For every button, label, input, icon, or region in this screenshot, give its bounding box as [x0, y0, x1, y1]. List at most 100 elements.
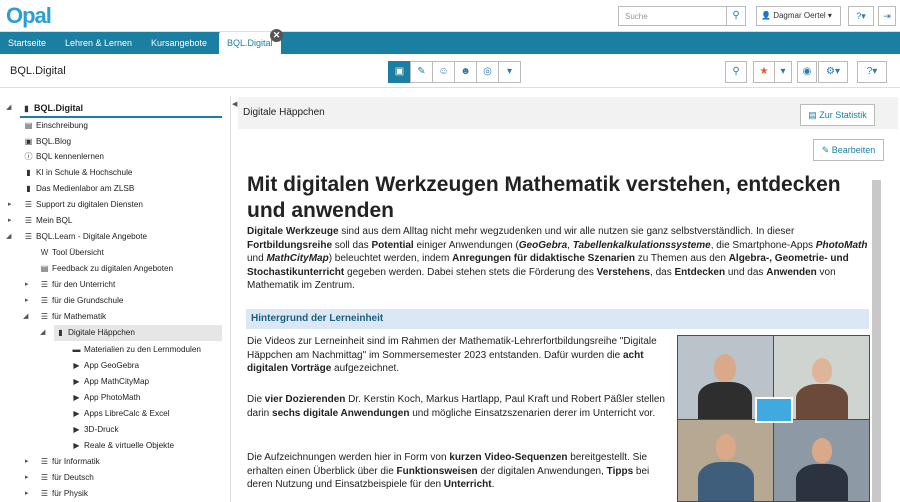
tree-label: App GeoGebra: [84, 361, 140, 370]
tree-item-mathcitymap[interactable]: ▶ App MathCityMap: [72, 375, 149, 389]
search-icon[interactable]: ⚲: [727, 6, 746, 26]
collapsed-triangle-icon[interactable]: ▸: [25, 473, 29, 481]
tree-item-blog[interactable]: ▣ BQL.Blog: [24, 135, 71, 149]
tree-item-unterricht[interactable]: ☰ für den Unterricht: [40, 278, 115, 292]
tree-label: für Deutsch: [52, 473, 94, 482]
info-icon: ⓘ: [24, 152, 33, 161]
content-scrollbar[interactable]: [872, 180, 881, 502]
intro-paragraph: Digitale Werkzeuge sind aus dem Alltag n…: [247, 226, 868, 291]
tree-label: BQL.Learn - Digitale Angebote: [36, 232, 148, 241]
tree-item-photomath[interactable]: ▶ App PhotoMath: [72, 391, 140, 405]
tree-item-kennenlernen[interactable]: ⓘ BQL kennenlernen: [24, 150, 104, 164]
person-face: [812, 438, 832, 463]
blog-icon: ▣: [24, 137, 33, 146]
opal-logo[interactable]: Opal: [6, 3, 52, 29]
course-help-icon[interactable]: ?▾: [857, 61, 887, 83]
favorite-star-icon[interactable]: ★: [753, 61, 775, 83]
collapse-sidebar-icon[interactable]: ◀: [232, 100, 237, 108]
tree-item-informatik[interactable]: ☰ für Informatik: [40, 455, 100, 469]
tree-label: App PhotoMath: [84, 393, 141, 402]
course-toolbar: BQL.Digital ▣ ✎ ☺ ☻ ◎ ▾ ⚲ ★ ▾ ◉ ⚙▾ ?▾: [0, 56, 900, 88]
tree-item-librecalc[interactable]: ▶ Apps LibreCalc & Excel: [72, 407, 170, 421]
favorite-dropdown-icon[interactable]: ▾: [774, 61, 792, 83]
layers-icon: ☰: [24, 216, 33, 225]
tree-root[interactable]: ▮ BQL.Digital: [22, 101, 83, 115]
nav-kursangebote[interactable]: Kursangebote: [151, 32, 207, 54]
expand-triangle-icon[interactable]: ◢: [23, 312, 28, 320]
video-conference-photo: [677, 335, 870, 502]
expand-triangle-icon[interactable]: ◢: [6, 232, 11, 240]
pencil-icon[interactable]: ✎: [410, 61, 433, 83]
collapsed-triangle-icon[interactable]: ▸: [25, 296, 29, 304]
tree-item-mathematik[interactable]: ☰ für Mathematik: [40, 310, 106, 324]
tree-label: Apps LibreCalc & Excel: [84, 409, 170, 418]
person-body: [698, 462, 754, 501]
expand-triangle-icon[interactable]: ◢: [40, 328, 45, 336]
layers-icon: ☰: [24, 232, 33, 241]
course-search-icon[interactable]: ⚲: [725, 61, 747, 83]
statistics-button[interactable]: ▤ Zur Statistik: [800, 104, 875, 126]
tree-item-tool-uebersicht[interactable]: W Tool Übersicht: [40, 246, 104, 260]
nav-startseite[interactable]: Startseite: [8, 32, 46, 54]
globe-icon[interactable]: ◉: [797, 61, 817, 83]
person-face: [812, 358, 832, 383]
tree-item-grundschule[interactable]: ☰ für die Grundschule: [40, 294, 124, 308]
tree-item-deutsch[interactable]: ☰ für Deutsch: [40, 471, 94, 485]
user-menu-button[interactable]: 👤 Dagmar Oertel ▾: [756, 6, 841, 26]
help-icon: ?: [856, 11, 862, 21]
book-icon[interactable]: ▣: [388, 61, 411, 83]
help-menu-button[interactable]: ?▾: [848, 6, 874, 26]
edit-button[interactable]: ✎ Bearbeiten: [813, 139, 884, 161]
nav-lehren-lernen[interactable]: Lehren & Lernen: [65, 32, 132, 54]
layers-icon: ☰: [40, 312, 49, 321]
tree-item-feedback[interactable]: ▤ Feedback zu digitalen Angeboten: [40, 262, 173, 276]
search-input[interactable]: Suche: [618, 6, 727, 26]
tree-item-digitale-haeppchen[interactable]: ▮ Digitale Häppchen: [56, 326, 135, 340]
tree-item-geogebra[interactable]: ▶ App GeoGebra: [72, 359, 139, 373]
layers-icon: ☰: [40, 457, 49, 466]
photo-tile: [678, 420, 773, 501]
settings-menu-icon[interactable]: ⚙▾: [818, 61, 848, 83]
play-icon: ▶: [73, 393, 80, 402]
chart-icon: ▤: [808, 110, 817, 120]
tree-item-medienlabor[interactable]: ▮ Das Medienlabor am ZLSB: [24, 182, 134, 196]
person-face: [714, 354, 736, 382]
logout-icon[interactable]: ⇥: [878, 6, 896, 26]
collapsed-triangle-icon[interactable]: ▸: [25, 489, 29, 497]
target-icon[interactable]: ◎: [476, 61, 499, 83]
tree-label: Materialien zu den Lernmodulen: [84, 345, 201, 354]
list-icon: ▤: [24, 121, 33, 130]
tree-item-materialien[interactable]: ▬ Materialien zu den Lernmodulen: [72, 343, 201, 357]
tree-item-objekte[interactable]: ▶ Reale & virtuelle Objekte: [72, 439, 174, 453]
tree-label: 3D-Druck: [84, 425, 119, 434]
play-icon: ▶: [73, 441, 80, 450]
tree-item-support[interactable]: ☰ Support zu digitalen Diensten: [24, 198, 143, 212]
wiki-icon: W: [40, 248, 49, 257]
collapsed-triangle-icon[interactable]: ▸: [25, 457, 29, 465]
content-header: Digitale Häppchen: [238, 97, 898, 129]
tree-item-einschreibung[interactable]: ▤ Einschreibung: [24, 119, 88, 133]
person-body: [698, 382, 752, 419]
tree-item-3d-druck[interactable]: ▶ 3D-Druck: [72, 423, 119, 437]
person-body: [796, 384, 848, 419]
main-nav: Startseite Lehren & Lernen Kursangebote …: [0, 32, 900, 54]
group-icon[interactable]: ☺: [432, 61, 455, 83]
tree-label: App MathCityMap: [84, 377, 150, 386]
collapsed-triangle-icon[interactable]: ▸: [8, 216, 12, 224]
collapsed-triangle-icon[interactable]: ▸: [8, 200, 12, 208]
tree-item-bql-learn[interactable]: ☰ BQL.Learn - Digitale Angebote: [24, 230, 147, 244]
close-tab-icon[interactable]: ✕: [270, 29, 283, 42]
tree-item-physik[interactable]: ☰ für Physik: [40, 487, 88, 501]
paragraph-videos: Die Videos zur Lerneinheit sind im Rahme…: [247, 336, 657, 374]
tree-item-ki[interactable]: ▮ KI in Schule & Hochschule: [24, 166, 132, 180]
layers-icon: ☰: [24, 200, 33, 209]
members-icon[interactable]: ☻: [454, 61, 477, 83]
expand-triangle-icon[interactable]: ◢: [6, 103, 11, 111]
feedback-icon: ▤: [40, 264, 49, 273]
layers-icon: ☰: [40, 296, 49, 305]
collapsed-triangle-icon[interactable]: ▸: [25, 280, 29, 288]
tree-label: Reale & virtuelle Objekte: [84, 441, 175, 450]
user-icon: 👤: [761, 11, 771, 20]
chevron-down-icon[interactable]: ▾: [498, 61, 521, 83]
tree-item-mein-bql[interactable]: ☰ Mein BQL: [24, 214, 73, 228]
